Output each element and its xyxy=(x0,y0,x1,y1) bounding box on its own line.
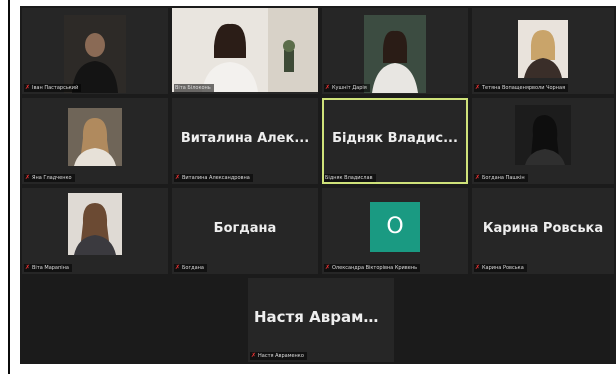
mic-off-icon: ✗ xyxy=(475,84,481,91)
participant-name: Богдана xyxy=(182,265,204,271)
participant-tile-vita-marapina[interactable]: ✗ Віта Марапіна xyxy=(22,188,168,274)
video-gallery: ✗ Іван Пастарський Віта Білоконь ✗ Кушніт xyxy=(20,6,616,364)
participant-tile-bohdana[interactable]: Богдана ✗ Богдана xyxy=(172,188,318,274)
participant-name: Бідняк Владислав xyxy=(325,175,373,181)
participant-name: Кушніт Дарія xyxy=(332,85,367,91)
participant-video xyxy=(172,8,318,92)
participant-tile-yana[interactable]: ✗ Яна Гладченко xyxy=(22,98,168,184)
mic-off-icon: ✗ xyxy=(25,84,31,91)
mic-off-icon: ✗ xyxy=(175,264,181,271)
participant-display-name: Богдана xyxy=(213,220,277,236)
mic-off-icon: ✗ xyxy=(25,174,31,181)
mic-off-icon: ✗ xyxy=(325,84,331,91)
participant-tile-kushnit[interactable]: ✗ Кушніт Дарія xyxy=(322,8,468,94)
participant-display-name: Бідняк Владис... xyxy=(332,130,458,146)
participant-video xyxy=(364,14,426,93)
participant-video xyxy=(515,104,571,165)
participant-tile-tetyana[interactable]: ✗ Тетяна Вопащенярволи Чорная xyxy=(472,8,614,94)
participant-tile-vita[interactable]: Віта Білоконь xyxy=(172,8,318,94)
participant-name: Віта Білоконь xyxy=(175,85,211,91)
frame-border xyxy=(8,0,10,374)
participant-video xyxy=(518,20,568,79)
participant-name: Карина Ровська xyxy=(482,265,524,271)
participant-name: Яна Гладченко xyxy=(32,175,72,181)
participant-tile-karyna[interactable]: Карина Ровська ✗ Карина Ровська xyxy=(472,188,614,274)
participant-tile-nastia[interactable]: Настя Аврамен... ✗ Настя Авраменко xyxy=(248,278,394,362)
mic-off-icon: ✗ xyxy=(175,174,181,181)
participant-tile-vitalina[interactable]: Виталина Алек... ✗ Виталина Александровна xyxy=(172,98,318,184)
participant-display-name: Карина Ровська xyxy=(482,220,604,236)
participant-avatar: О xyxy=(370,201,420,252)
participant-video xyxy=(68,108,122,167)
mic-off-icon: ✗ xyxy=(475,264,481,271)
participant-tile-oleksandra[interactable]: О ✗ Олександра Вікторівна Кривень xyxy=(322,188,468,274)
participant-tile-bohdana-pashkin[interactable]: ✗ Богдана Пашкін xyxy=(472,98,614,184)
mic-off-icon: ✗ xyxy=(475,174,481,181)
mic-off-icon: ✗ xyxy=(251,352,257,359)
participant-name: Іван Пастарський xyxy=(32,85,79,91)
participant-video xyxy=(64,14,126,93)
participant-name: Настя Авраменко xyxy=(258,353,304,359)
participant-display-name: Виталина Алек... xyxy=(180,130,310,146)
participant-tile-ivan[interactable]: ✗ Іван Пастарський xyxy=(22,8,168,94)
participant-name: Тетяна Вопащенярволи Чорная xyxy=(482,85,566,91)
participant-name: Виталина Александровна xyxy=(182,175,250,181)
participant-video xyxy=(68,193,122,256)
mic-off-icon: ✗ xyxy=(25,264,31,271)
participant-name: Олександра Вікторівна Кривень xyxy=(332,265,418,271)
participant-display-name: Настя Аврамен... xyxy=(254,308,394,327)
screenshot-frame: ✗ Іван Пастарський Віта Білоконь ✗ Кушніт xyxy=(0,0,616,374)
participant-tile-bidniak-active-speaker[interactable]: Бідняк Владис... Бідняк Владислав xyxy=(322,98,468,184)
participant-name: Богдана Пашкін xyxy=(482,175,525,181)
mic-off-icon: ✗ xyxy=(325,264,331,271)
participant-name: Віта Марапіна xyxy=(32,265,69,271)
